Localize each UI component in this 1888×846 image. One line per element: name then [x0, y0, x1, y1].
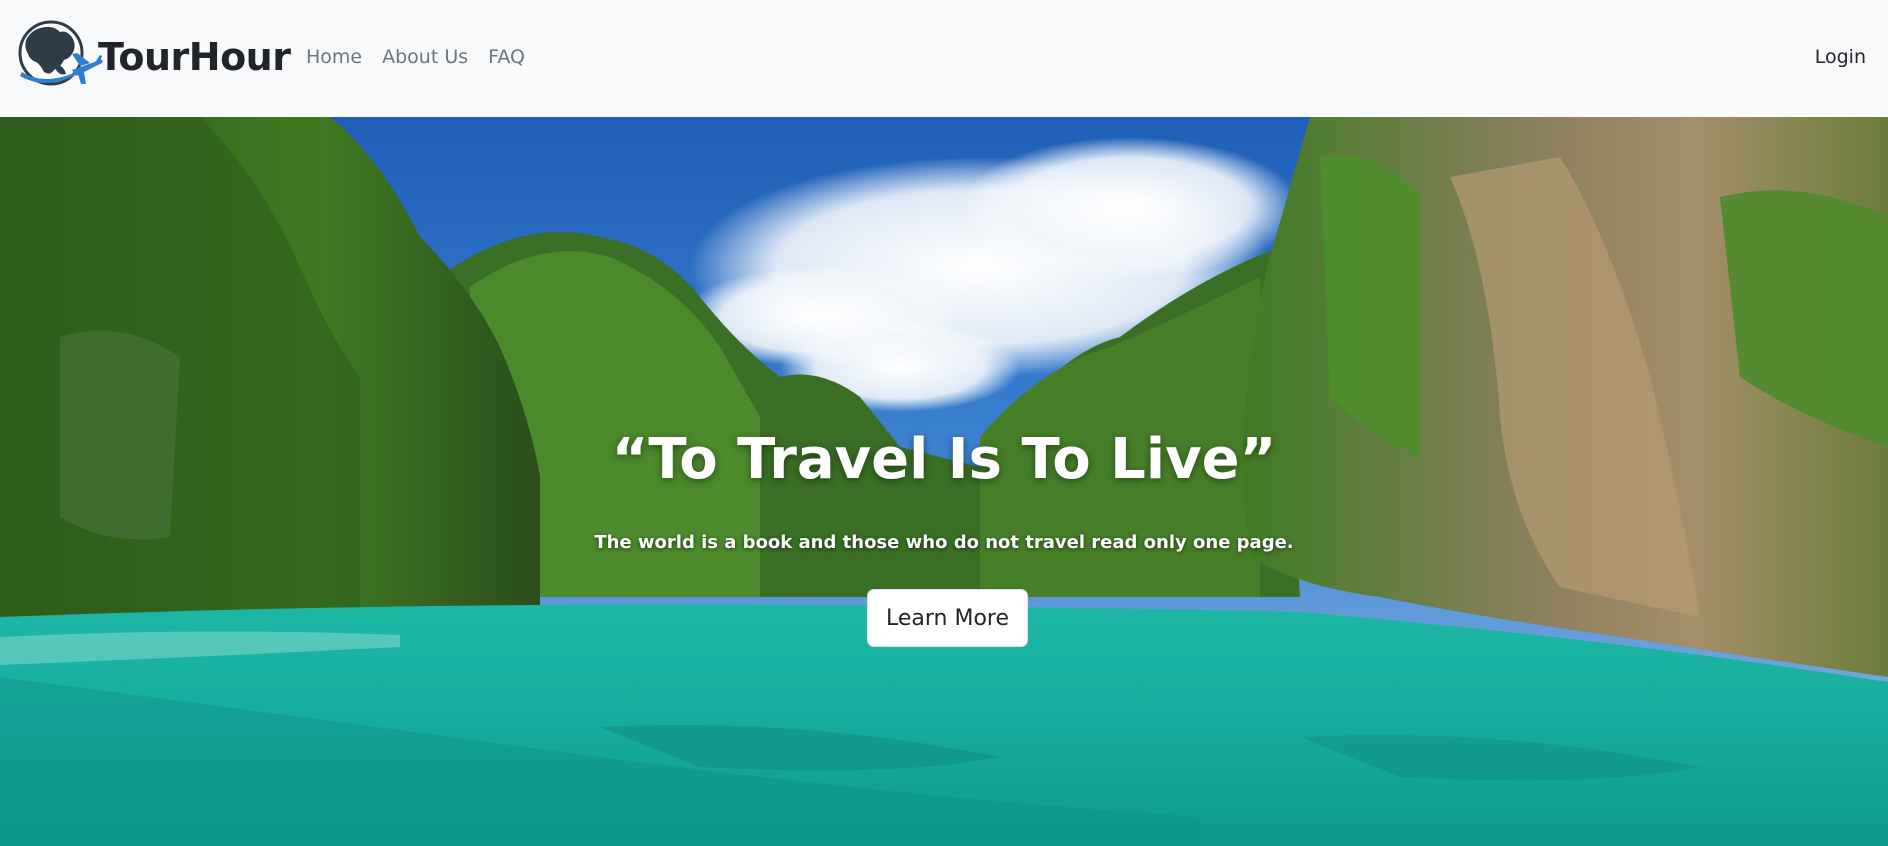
- hero-title: “To Travel Is To Live”: [611, 427, 1277, 492]
- nav-link-faq[interactable]: FAQ: [488, 44, 525, 70]
- navbar: TourHour Home About Us FAQ Login: [0, 0, 1888, 117]
- hero-content: “To Travel Is To Live” The world is a bo…: [0, 117, 1888, 846]
- brand-name: TourHour: [98, 35, 291, 79]
- hero-subtitle: The world is a book and those who do not…: [594, 532, 1294, 553]
- learn-more-button[interactable]: Learn More: [867, 589, 1028, 647]
- brand-link[interactable]: TourHour: [14, 20, 291, 94]
- nav-link-home[interactable]: Home: [306, 44, 362, 70]
- hero-section: “To Travel Is To Live” The world is a bo…: [0, 117, 1888, 846]
- nav-link-about-us[interactable]: About Us: [382, 44, 468, 70]
- login-link[interactable]: Login: [1815, 44, 1866, 70]
- nav-links: Home About Us FAQ: [306, 44, 545, 70]
- globe-airplane-logo-icon: [18, 20, 103, 86]
